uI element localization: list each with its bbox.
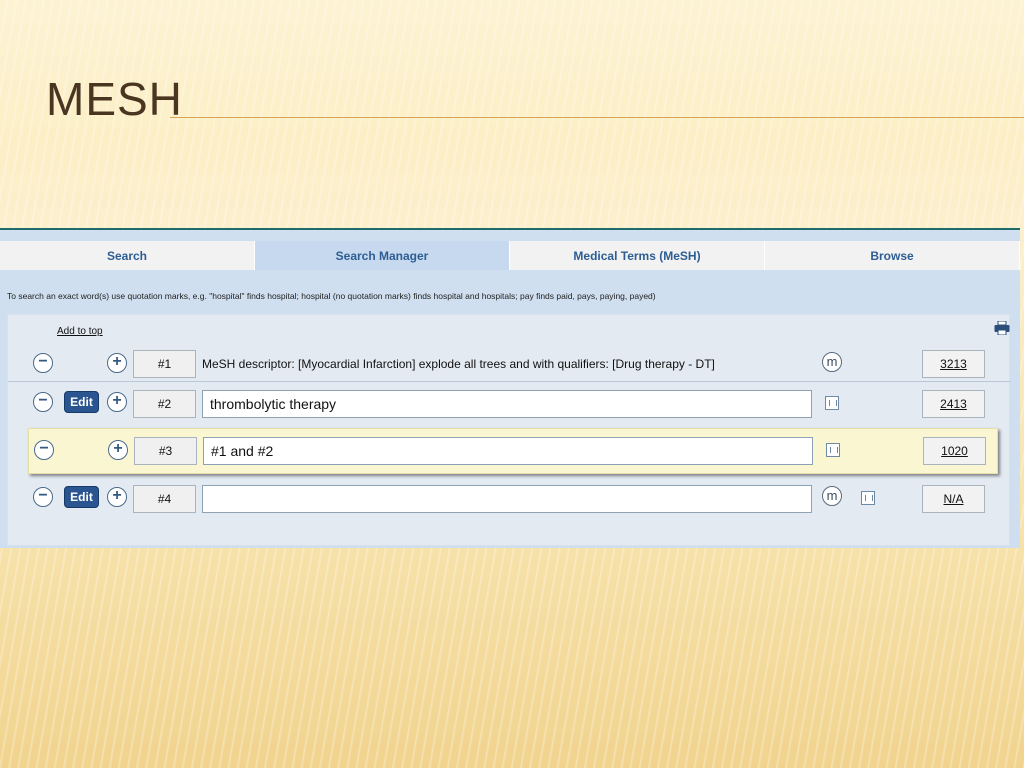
- search-input[interactable]: [202, 485, 812, 513]
- search-input[interactable]: thrombolytic therapy: [202, 390, 812, 418]
- add-to-top-link[interactable]: Add to top: [57, 326, 103, 337]
- result-count-link[interactable]: 3213: [922, 350, 985, 378]
- result-count-link[interactable]: N/A: [922, 485, 985, 513]
- tab-search-manager[interactable]: Search Manager: [255, 241, 510, 270]
- minus-circle-icon[interactable]: −: [34, 440, 54, 460]
- line-number: #1: [133, 350, 196, 378]
- line-number: #2: [133, 390, 196, 418]
- search-input[interactable]: #1 and #2: [203, 437, 813, 465]
- edit-button[interactable]: Edit: [64, 391, 99, 413]
- tab-browse[interactable]: Browse: [765, 241, 1020, 270]
- search-row-4: − Edit + #4 m N/A: [8, 480, 1011, 516]
- plus-circle-icon[interactable]: +: [108, 440, 128, 460]
- search-row-3: − + #3 #1 and #2 1020: [28, 428, 998, 474]
- qualifier-grid-icon[interactable]: [826, 443, 840, 457]
- result-count-link[interactable]: 2413: [922, 390, 985, 418]
- qualifier-grid-icon[interactable]: [861, 491, 875, 505]
- search-row-1: − + #1 MeSH descriptor: [Myocardial Infa…: [8, 346, 1011, 382]
- search-hint: To search an exact word(s) use quotation…: [7, 291, 656, 301]
- title-divider: [170, 117, 1024, 118]
- minus-circle-icon[interactable]: −: [33, 392, 53, 412]
- line-number: #3: [134, 437, 197, 465]
- search-manager-workspace: Add to top − + #1 MeSH descriptor: [Myoc…: [7, 314, 1011, 546]
- slide-title: MESH: [46, 73, 183, 125]
- mesh-m-icon[interactable]: m: [822, 352, 842, 372]
- result-count-link[interactable]: 1020: [923, 437, 986, 465]
- edit-button[interactable]: Edit: [64, 486, 99, 508]
- line-number: #4: [133, 485, 196, 513]
- search-row-2: − Edit + #2 thrombolytic therapy 2413: [8, 385, 1011, 421]
- search-line-text: MeSH descriptor: [Myocardial Infarction]…: [202, 357, 715, 371]
- search-app-panel: Search Search Manager Medical Terms (MeS…: [0, 228, 1020, 548]
- plus-circle-icon[interactable]: +: [107, 487, 127, 507]
- qualifier-grid-icon[interactable]: [825, 396, 839, 410]
- plus-circle-icon[interactable]: +: [107, 392, 127, 412]
- minus-circle-icon[interactable]: −: [33, 353, 53, 373]
- tab-bar: Search Search Manager Medical Terms (MeS…: [0, 241, 1020, 270]
- tab-medical-terms[interactable]: Medical Terms (MeSH): [510, 241, 765, 270]
- plus-circle-icon[interactable]: +: [107, 353, 127, 373]
- tab-search[interactable]: Search: [0, 241, 255, 270]
- mesh-m-icon[interactable]: m: [822, 486, 842, 506]
- print-icon[interactable]: [994, 321, 1010, 335]
- minus-circle-icon[interactable]: −: [33, 487, 53, 507]
